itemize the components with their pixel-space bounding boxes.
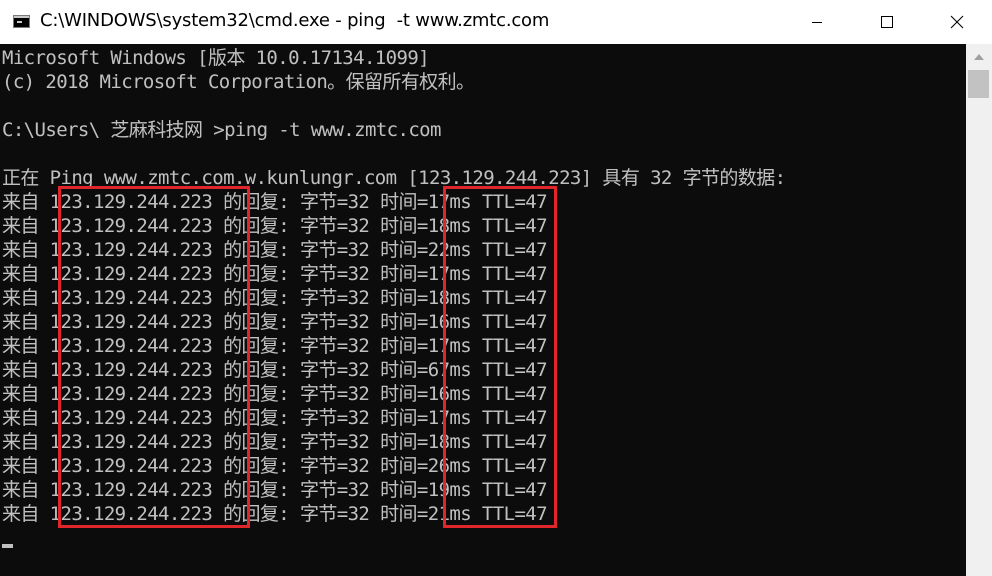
scroll-thumb[interactable] xyxy=(968,70,989,98)
minimize-icon xyxy=(812,22,822,23)
close-icon xyxy=(950,15,964,29)
maximize-icon xyxy=(881,16,893,28)
minimize-button[interactable] xyxy=(782,0,852,44)
maximize-button[interactable] xyxy=(852,0,922,44)
console-line: C:\Users\ 芝麻科技网 >ping -t www.zmtc.com xyxy=(2,119,441,141)
text-cursor xyxy=(2,544,13,548)
cmd-icon[interactable] xyxy=(13,15,30,28)
title-bar[interactable]: C:\WINDOWS\system32\cmd.exe - ping -t ww… xyxy=(0,0,992,44)
close-button[interactable] xyxy=(922,0,992,44)
scroll-up-button[interactable] xyxy=(966,44,992,70)
console-line: (c) 2018 Microsoft Corporation。保留所有权利。 xyxy=(2,71,475,93)
scroll-up-arrow-icon xyxy=(974,54,984,60)
console-output[interactable]: Microsoft Windows [版本 10.0.17134.1099] (… xyxy=(0,44,966,576)
ip-address-highlight-box xyxy=(58,186,250,528)
vertical-scrollbar[interactable] xyxy=(966,44,992,576)
latency-highlight-box xyxy=(443,186,557,528)
console-line: Microsoft Windows [版本 10.0.17134.1099] xyxy=(2,47,430,69)
window-title: C:\WINDOWS\system32\cmd.exe - ping -t ww… xyxy=(40,10,550,31)
